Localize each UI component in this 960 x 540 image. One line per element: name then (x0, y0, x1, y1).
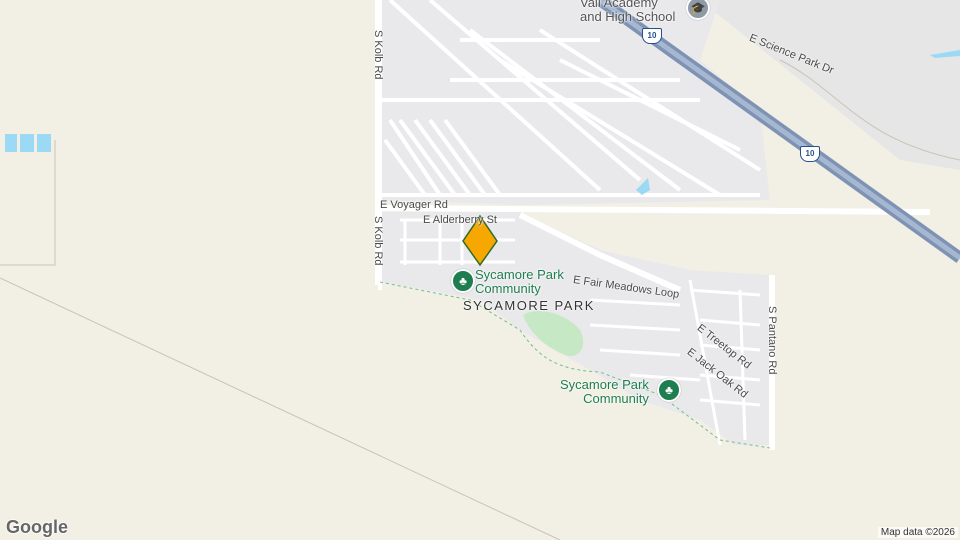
interstate-shield-icon: 10 (642, 28, 662, 44)
road-label-kolb-north: S Kolb Rd (372, 30, 384, 80)
tree-icon[interactable]: ♣ (657, 378, 681, 402)
interstate-shield-icon: 10 (800, 146, 820, 162)
map-attribution[interactable]: Map data ©2026 (877, 527, 958, 538)
park-poi-2[interactable]: Sycamore Park Community (560, 378, 649, 406)
tree-icon[interactable]: ♣ (451, 269, 475, 293)
google-logo[interactable]: Google (6, 517, 68, 538)
road-label-pantano: S Pantano Rd (766, 306, 778, 375)
road-label-kolb-south: S Kolb Rd (372, 216, 384, 266)
school-label[interactable]: Vail Academy and High School (580, 0, 675, 24)
park-poi-1[interactable]: Sycamore Park Community (475, 268, 564, 296)
road-label-voyager: E Voyager Rd (380, 199, 448, 211)
area-label-sycamore-park: SYCAMORE PARK (463, 298, 595, 313)
map-canvas[interactable]: Vail Academy and High School 🎓 10 10 E S… (0, 0, 960, 540)
road-label-alderberry: E Alderberry St (423, 214, 497, 226)
